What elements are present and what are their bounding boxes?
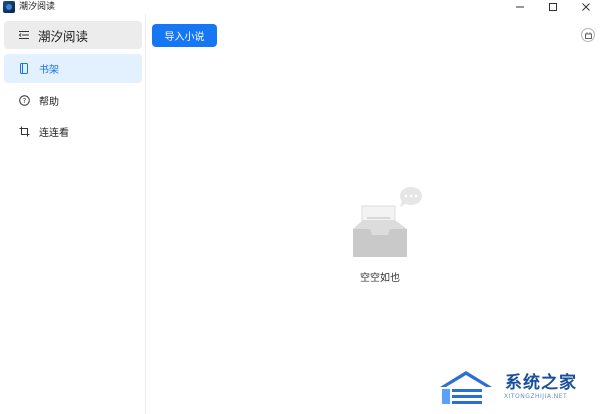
sidebar-item-lianliankan[interactable]: 连连看 [4,117,142,146]
watermark-title: 系统之家 [505,373,577,393]
close-button[interactable] [574,0,598,14]
sidebar-header-label: 潮汐阅读 [38,28,89,44]
menu-icon [18,31,29,39]
maximize-button[interactable] [541,0,565,14]
sidebar: 潮汐阅读 书架 ? 帮助 连连看 [0,14,146,414]
help-icon: ? [18,95,30,107]
close-icon [582,3,590,11]
sidebar-item-label: 书架 [39,65,59,76]
sidebar-item-bookshelf[interactable]: 书架 [4,54,142,83]
import-novel-button[interactable]: 导入小说 [152,24,217,47]
settings-button[interactable] [581,28,595,42]
empty-state-text: 空空如也 [360,273,400,284]
bookshelf-icon [18,63,30,75]
app-logo-icon [3,1,15,13]
sidebar-item-label: 连连看 [39,128,69,139]
sidebar-item-help[interactable]: ? 帮助 [4,86,142,115]
empty-box-icon [353,187,422,257]
title-bar: 潮汐阅读 [0,0,600,14]
minimize-button[interactable] [508,0,532,14]
minimize-icon [516,6,524,8]
sidebar-item-label: 帮助 [39,97,59,108]
watermark-subtitle: XITONGZHIJIA.NET [504,393,568,400]
sidebar-header[interactable]: 潮汐阅读 [4,21,142,49]
svg-text:?: ? [22,97,26,105]
maximize-icon [549,3,557,11]
crop-icon [18,126,30,138]
window-title: 潮汐阅读 [19,2,56,12]
settings-icon [584,31,592,39]
